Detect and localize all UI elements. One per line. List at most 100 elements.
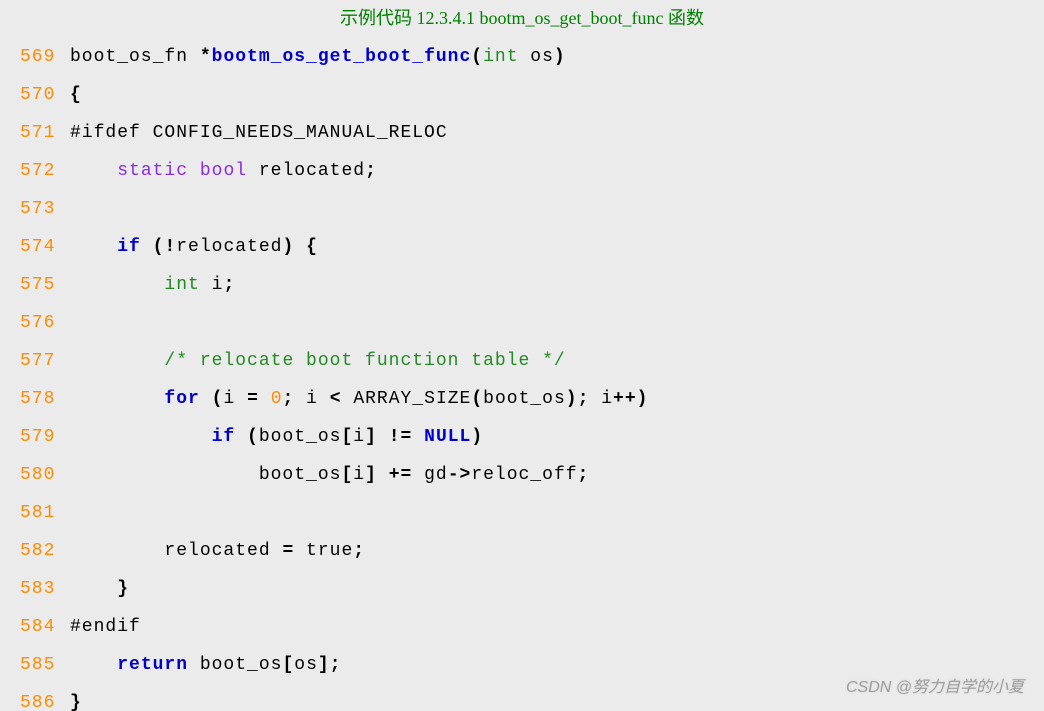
line-number: 586: [20, 684, 70, 711]
token: ;: [223, 275, 235, 295]
token: {: [70, 85, 82, 105]
line-number: 574: [20, 228, 70, 266]
token: reloc_off: [471, 465, 577, 485]
token: relocated: [70, 541, 282, 561]
token: [70, 427, 212, 447]
code-content: boot_os[i] += gd->reloc_off;: [70, 456, 589, 494]
token: [70, 237, 117, 257]
token: i: [294, 389, 329, 409]
token: boot_os: [188, 655, 282, 675]
code-line: 577 /* relocate boot function table */: [20, 342, 1044, 380]
token: [: [341, 465, 353, 485]
token: (: [471, 47, 483, 67]
line-number: 575: [20, 266, 70, 304]
token: return: [117, 655, 188, 675]
token: #ifdef CONFIG_NEEDS_MANUAL_RELOC: [70, 123, 448, 143]
token: i: [200, 275, 224, 295]
token: }: [117, 579, 129, 599]
token: ;: [283, 389, 295, 409]
token: [70, 161, 117, 181]
token: ;: [578, 465, 590, 485]
code-line: 583 }: [20, 570, 1044, 608]
token: ;: [365, 161, 377, 181]
line-number: 571: [20, 114, 70, 152]
code-content: return boot_os[os];: [70, 646, 341, 684]
token: for: [164, 389, 199, 409]
token: i: [589, 389, 613, 409]
watermark-text: CSDN @努力自学的小夏: [846, 673, 1024, 697]
token: (: [471, 389, 483, 409]
token: *: [200, 47, 212, 67]
token: [70, 351, 164, 371]
token: (: [212, 389, 224, 409]
line-number: 582: [20, 532, 70, 570]
token: int: [483, 47, 518, 67]
token: <: [330, 389, 342, 409]
token: [141, 237, 153, 257]
code-line: 570{: [20, 76, 1044, 114]
line-number: 584: [20, 608, 70, 646]
code-line: 572 static bool relocated;: [20, 152, 1044, 190]
code-line: 574 if (!relocated) {: [20, 228, 1044, 266]
token: 0: [271, 389, 283, 409]
code-content: /* relocate boot function table */: [70, 342, 566, 380]
line-number: 580: [20, 456, 70, 494]
token: relocated: [247, 161, 365, 181]
token: {: [306, 237, 318, 257]
line-number: 581: [20, 494, 70, 532]
code-content: if (!relocated) {: [70, 228, 318, 266]
token: relocated: [176, 237, 282, 257]
token: [412, 427, 424, 447]
code-listing-container: 示例代码 12.3.4.1 bootm_os_get_boot_func 函数 …: [0, 0, 1044, 711]
token: #endif: [70, 617, 141, 637]
token: =: [282, 541, 294, 561]
token: ];: [318, 655, 342, 675]
token: i: [353, 465, 365, 485]
token: ;: [353, 541, 365, 561]
token: true: [294, 541, 353, 561]
code-line: 575 int i;: [20, 266, 1044, 304]
token: os: [519, 47, 554, 67]
token: }: [70, 693, 82, 711]
code-content: #endif: [70, 608, 141, 646]
token: ++): [613, 389, 648, 409]
code-content: #ifdef CONFIG_NEEDS_MANUAL_RELOC: [70, 114, 448, 152]
token: if: [212, 427, 236, 447]
listing-title: 示例代码 12.3.4.1 bootm_os_get_boot_func 函数: [0, 6, 1044, 30]
line-number: 578: [20, 380, 70, 418]
token: (!: [153, 237, 177, 257]
line-number: 573: [20, 190, 70, 228]
token: [259, 389, 271, 409]
code-content: }: [70, 570, 129, 608]
line-number: 579: [20, 418, 70, 456]
code-line: 569boot_os_fn *bootm_os_get_boot_func(in…: [20, 38, 1044, 76]
token: NULL: [424, 427, 471, 447]
token: =: [247, 389, 259, 409]
token: boot_os_fn: [70, 47, 200, 67]
code-content: int i;: [70, 266, 235, 304]
token: ): [554, 47, 566, 67]
line-number: 583: [20, 570, 70, 608]
code-line: 579 if (boot_os[i] != NULL): [20, 418, 1044, 456]
token: );: [566, 389, 590, 409]
token: static: [117, 161, 188, 181]
token: [70, 275, 164, 295]
token: bootm_os_get_boot_func: [212, 47, 472, 67]
code-line: 576: [20, 304, 1044, 342]
line-number: 570: [20, 76, 70, 114]
code-content: boot_os_fn *bootm_os_get_boot_func(int o…: [70, 38, 566, 76]
token: boot_os: [259, 427, 342, 447]
token: ARRAY_SIZE: [342, 389, 472, 409]
token: ): [282, 237, 294, 257]
token: [70, 389, 164, 409]
line-number: 576: [20, 304, 70, 342]
token: i: [223, 389, 247, 409]
token: i: [353, 427, 365, 447]
token: ->: [448, 465, 472, 485]
token: [294, 237, 306, 257]
token: bool: [200, 161, 247, 181]
token: [70, 579, 117, 599]
code-line: 580 boot_os[i] += gd->reloc_off;: [20, 456, 1044, 494]
token: [: [282, 655, 294, 675]
code-line: 571#ifdef CONFIG_NEEDS_MANUAL_RELOC: [20, 114, 1044, 152]
